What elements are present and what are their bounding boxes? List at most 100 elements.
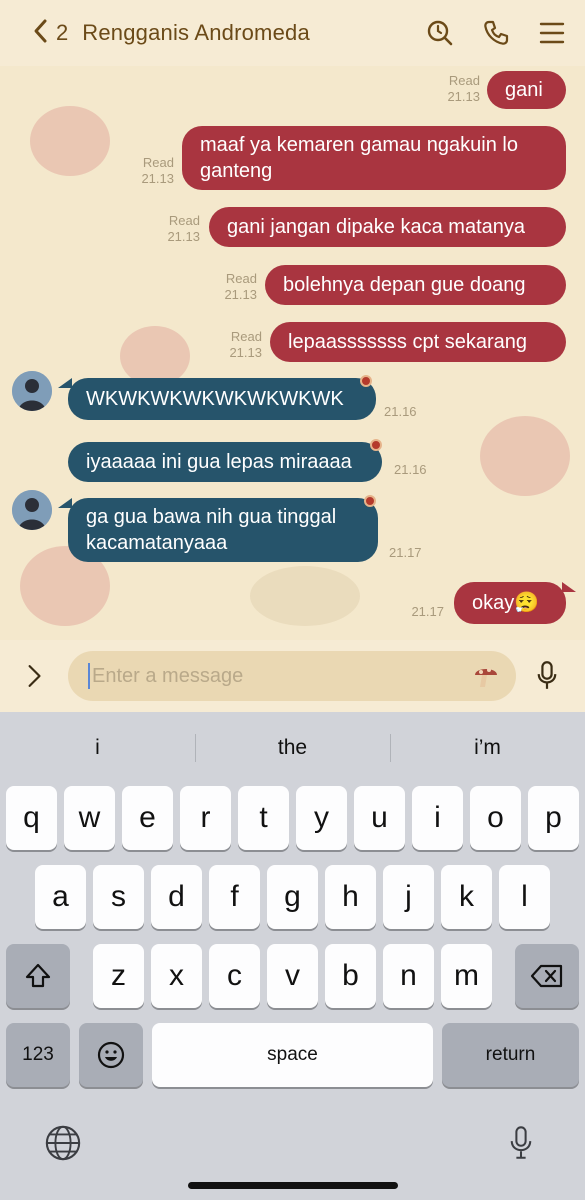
key-x[interactable]: x [151,944,202,1008]
outgoing-message[interactable]: gani jangan dipake kaca matanya [209,207,566,247]
message-input[interactable] [92,664,452,688]
reaction-icon[interactable] [370,439,382,451]
key-u[interactable]: u [354,786,405,850]
key-f[interactable]: f [209,865,260,929]
reaction-icon[interactable] [364,495,376,507]
microphone-icon [537,661,557,689]
dictation-button[interactable] [500,1122,542,1164]
message-field[interactable] [68,651,516,701]
message-time: 21.13 [167,229,200,244]
keyboard: i the i’m q w e r t y u i o p a s d f g … [0,712,585,1200]
message-text: lepaasssssss cpt sekarang [288,331,528,353]
message-meta: Read 21.13 [222,329,262,361]
message-time: 21.16 [394,462,427,477]
shift-key[interactable] [6,944,70,1008]
message-text: gani jangan dipake kaca matanya [227,216,525,238]
chat-header: 2 Rengganis Andromeda [0,0,585,66]
globe-button[interactable] [42,1122,84,1164]
text-cursor [88,663,90,689]
wallpaper-decoration [480,416,570,496]
chat-title[interactable]: Rengganis Andromeda [82,20,399,46]
voice-message-button[interactable] [532,659,562,693]
shift-icon [25,963,51,988]
message-time: 21.13 [229,345,262,360]
search-history-button[interactable] [425,18,455,48]
emoji-icon [97,1041,125,1069]
key-i[interactable]: i [412,786,463,850]
chat-area[interactable]: Read 21.13 gani Read 21.13 maaf ya kemar… [0,66,585,640]
key-w[interactable]: w [64,786,115,850]
suggestion[interactable]: the [195,728,390,768]
suggestion[interactable]: i’m [390,728,585,768]
numbers-key[interactable]: 123 [6,1023,70,1087]
expand-button[interactable] [22,661,48,691]
delete-key[interactable] [515,944,579,1008]
read-status: Read [168,213,200,228]
phone-icon [484,20,509,45]
key-p[interactable]: p [528,786,579,850]
outgoing-message[interactable]: maaf ya kemaren gamau ngakuin lo ganteng [182,126,566,190]
message-text: ga gua bawa nih gua tinggal kacamatanyaa… [86,506,337,554]
key-g[interactable]: g [267,865,318,929]
bubble-tail [58,498,72,508]
key-n[interactable]: n [383,944,434,1008]
key-m[interactable]: m [441,944,492,1008]
message-meta: Read 21.13 [217,271,257,303]
back-button[interactable]: 2 [30,18,68,49]
key-j[interactable]: j [383,865,434,929]
incoming-message[interactable]: iyaaaaa ini gua lepas miraaaa [68,442,382,482]
contact-avatar[interactable] [12,490,52,530]
key-v[interactable]: v [267,944,318,1008]
key-z[interactable]: z [93,944,144,1008]
key-s[interactable]: s [93,865,144,929]
read-status: Read [230,329,262,344]
key-b[interactable]: b [325,944,376,1008]
key-t[interactable]: t [238,786,289,850]
incoming-message[interactable]: WKWKWKWKWKWKWKWK [68,378,376,420]
read-status: Read [142,155,174,170]
message-meta: Read 21.13 [134,155,174,187]
clock-search-icon [427,20,453,46]
menu-icon [539,22,565,44]
wallpaper-decoration [250,566,360,626]
contact-avatar[interactable] [12,371,52,411]
microphone-icon [510,1126,532,1159]
key-q[interactable]: q [6,786,57,850]
globe-icon [45,1125,81,1161]
key-r[interactable]: r [180,786,231,850]
mushroom-sticker-icon [475,668,497,687]
outgoing-message[interactable]: lepaasssssss cpt sekarang [270,322,566,362]
outgoing-message[interactable]: bolehnya depan gue doang [265,265,566,305]
reaction-icon[interactable] [360,375,372,387]
unread-count: 2 [56,20,69,45]
message-time: 21.17 [389,545,422,560]
predictive-bar: i the i’m [0,728,585,768]
wallpaper-decoration [30,106,110,176]
key-k[interactable]: k [441,865,492,929]
key-e[interactable]: e [122,786,173,850]
key-o[interactable]: o [470,786,521,850]
key-h[interactable]: h [325,865,376,929]
call-button[interactable] [481,18,511,48]
message-input-bar [0,640,585,712]
key-d[interactable]: d [151,865,202,929]
key-y[interactable]: y [296,786,347,850]
chevron-left-icon [30,18,52,49]
outgoing-message[interactable]: gani [487,71,566,109]
sticker-button[interactable] [472,662,500,690]
key-c[interactable]: c [209,944,260,1008]
home-indicator[interactable] [188,1182,398,1189]
return-key[interactable]: return [442,1023,579,1087]
menu-button[interactable] [537,18,567,48]
outgoing-message[interactable]: okay😮‍💨 [454,582,566,624]
chevron-right-icon [28,665,41,687]
incoming-message[interactable]: ga gua bawa nih gua tinggal kacamatanyaa… [68,498,378,562]
message-time: 21.17 [411,604,444,619]
key-a[interactable]: a [35,865,86,929]
emoji-key[interactable] [79,1023,143,1087]
key-l[interactable]: l [499,865,550,929]
suggestion[interactable]: i [0,728,195,768]
wallpaper-decoration [120,326,190,386]
space-key[interactable]: space [152,1023,433,1087]
message-meta: Read 21.13 [440,73,480,105]
